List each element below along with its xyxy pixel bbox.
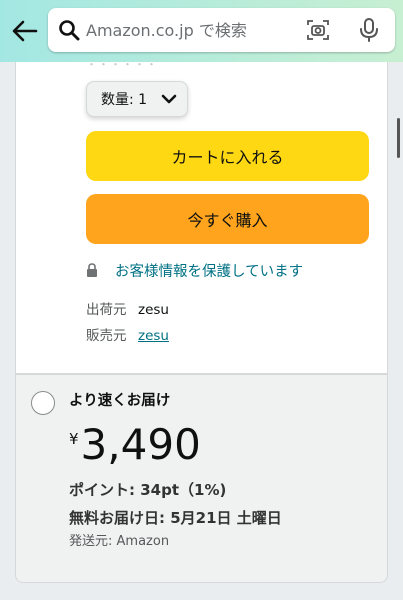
search-input[interactable] [86,14,301,46]
option-title: より速くお届け [69,393,171,409]
sold-by-row: 販売元 zesu [86,324,169,344]
secure-transaction-link[interactable]: お客様情報を保護しています [115,260,303,281]
currency-symbol: ¥ [69,430,79,448]
top-bar [0,0,403,62]
back-arrow-icon [12,20,38,42]
scrollbar[interactable] [397,118,400,158]
ships-from-value: zesu [138,302,169,318]
add-to-cart-button[interactable]: カートに入れる [86,131,369,181]
delivery-date: 無料お届け日: 5月21日 土曜日 [69,509,282,527]
quantity-dropdown[interactable]: 数量: 1 [86,81,188,117]
quantity-label: 数量: 1 [101,92,148,108]
buy-now-button[interactable]: 今すぐ購入 [86,194,369,244]
option-radio[interactable] [31,391,55,415]
search-icon [59,20,80,41]
chevron-down-icon [161,94,177,104]
ships-from-label: 出荷元 [86,302,127,318]
ships-from-origin: 発送元: Amazon [69,534,170,549]
microphone-icon[interactable] [357,17,381,43]
points-text: ポイント: 34pt（1%) [69,481,227,499]
camera-search-icon[interactable] [306,18,330,42]
sold-by-label: 販売元 [86,328,127,344]
back-button[interactable] [8,14,42,48]
secure-transaction: お客様情報を保護しています [86,259,303,281]
ships-from-row: 出荷元 zesu [86,298,169,318]
search-box[interactable] [48,8,395,52]
lock-icon [87,263,97,277]
option-price: ¥ 3,490 [69,420,201,470]
price-amount: 3,490 [80,420,201,469]
sold-by-link[interactable]: zesu [138,328,169,344]
